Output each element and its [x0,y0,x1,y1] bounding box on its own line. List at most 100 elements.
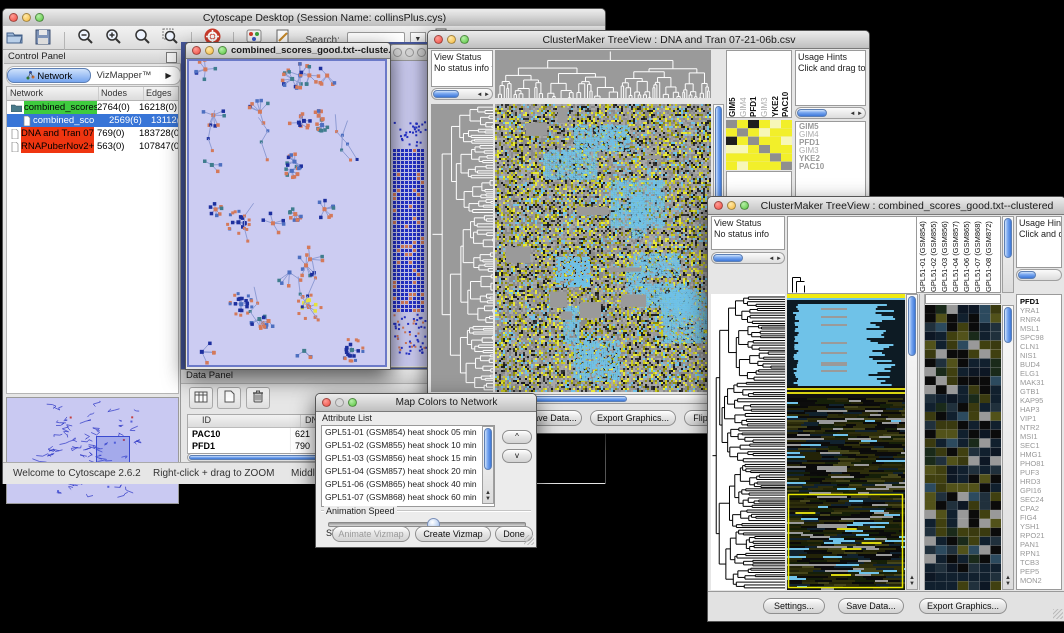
col-edges[interactable]: Edges [144,87,178,100]
network-view-window: combined_scores_good.txt--cluste... [185,42,391,370]
attribute-list-item[interactable]: GPL51-06 (GSM865) heat shock 40 min [325,478,494,491]
attribute-list-item[interactable]: GPL51-07 (GSM868) heat shock 60 min [325,491,494,504]
inactive-network-window[interactable] [389,44,431,368]
dialog-title: Map Colors to Network [357,397,536,408]
tv1-column-dendrogram[interactable] [495,50,711,98]
minimize-button[interactable] [405,48,414,57]
zoom-button[interactable] [218,46,227,55]
attribute-list-vscrollbar[interactable]: ▲▼ [482,426,494,504]
network-table-row[interactable]: DNA and Tran 07769(0)183728(0) [7,127,178,140]
network-overview-panel[interactable] [6,397,179,504]
zoom-button[interactable] [740,201,749,210]
zoom-button[interactable] [460,35,469,44]
attribute-list-item[interactable]: GPL51-02 (GSM855) heat shock 10 min [325,439,494,452]
inactive-titlebar[interactable] [390,45,430,61]
tv2-global-vscrollbar[interactable]: ▲▼ [906,294,918,590]
open-file-icon[interactable] [3,29,27,49]
network-row-container: combined_scores2764(0)16218(0)combined_s… [7,101,178,153]
network-graph-canvas[interactable] [189,61,385,365]
close-button[interactable] [714,201,723,210]
gene-label: VIP1 [1020,414,1061,423]
tv2-collabel-vscrollbar[interactable] [1002,216,1014,293]
resize-grip[interactable] [524,535,534,545]
save-icon[interactable] [31,29,55,49]
col-nodes[interactable]: Nodes [99,87,144,100]
tv2-zoom-vscrollbar[interactable]: ▲▼ [1002,305,1014,590]
column-label: GPL51-01 (GSM854) [917,217,928,292]
tv2-save-data-button[interactable]: Save Data... [838,598,904,614]
tv2-settings-button[interactable]: Settings... [763,598,825,614]
main-titlebar[interactable]: Cytoscape Desktop (Session Name: collins… [3,9,605,27]
tv2-zoom-heatmap[interactable] [925,305,1001,590]
tab-network-label: Network [37,71,72,82]
new-attribute-icon[interactable] [217,387,241,409]
dialog-titlebar[interactable]: Map Colors to Network [316,394,536,412]
close-button[interactable] [322,398,331,407]
attribute-list-item[interactable]: GPL51-03 (GSM856) heat shock 15 min [325,452,494,465]
tv2-row-dendrogram[interactable] [711,294,785,590]
zoom-button[interactable] [348,398,357,407]
tv1-row-dendrogram[interactable] [431,104,493,392]
tv2-usage-hscrollbar[interactable] [1016,269,1062,281]
network-edges: 16218(0) [139,101,178,114]
move-up-button[interactable]: ^ [502,430,532,444]
gene-label: CPA2 [1020,504,1061,513]
network-table-row[interactable]: combined_sco2569(6)13112(15) [7,114,178,127]
gene-label: BUD4 [1020,360,1061,369]
network-table-row[interactable]: combined_scores2764(0)16218(0) [7,101,178,114]
minimize-button[interactable] [205,46,214,55]
close-button[interactable] [9,13,18,22]
zoom-button[interactable] [35,13,44,22]
minimize-button[interactable] [22,13,31,22]
network-table-row[interactable]: RNAPuberNov2+563(0)107847(0) [7,140,178,153]
tab-network[interactable]: Network [7,68,91,83]
tv2-status-hscrollbar[interactable]: ◄ ► [711,252,785,264]
col-network[interactable]: Network [7,87,99,100]
zoom-button[interactable] [417,48,426,57]
attribute-list-item[interactable]: GPL51-04 (GSM857) heat shock 20 min [325,465,494,478]
main-window-title: Cytoscape Desktop (Session Name: collins… [44,12,605,24]
move-down-button[interactable]: v [502,449,532,463]
tv1-summary-heatmap[interactable] [726,120,792,170]
minimize-button[interactable] [727,201,736,210]
tv1-global-heatmap[interactable] [495,104,711,392]
tv1-status-hscrollbar[interactable]: ◄ ► [431,88,493,100]
float-panel-icon[interactable] [166,52,177,63]
select-attributes-icon[interactable] [189,387,213,409]
treeview1-title: ClusterMaker TreeView : DNA and Tran 07-… [469,34,869,46]
zoom-out-icon[interactable] [73,28,97,48]
id-column-header[interactable]: ID [188,415,301,427]
column-label: YKE2 [770,51,781,117]
zoom-in-icon[interactable] [102,28,126,48]
column-label: GPL51-02 (GSM855) [928,217,939,292]
create-vizmap-button[interactable]: Create Vizmap [415,526,491,542]
zoom-selected-icon[interactable] [159,28,183,48]
minimize-button[interactable] [335,398,344,407]
resize-grip[interactable] [1053,609,1063,619]
attribute-list-item[interactable]: GPL51-01 (GSM854) heat shock 05 min [325,426,494,439]
tv1-usage-hscrollbar[interactable]: ◄ ► [795,107,866,119]
tv2-global-heatmap[interactable] [787,294,905,590]
close-button[interactable] [192,46,201,55]
tv2-column-dendrogram[interactable] [787,216,917,294]
column-label: GIM4 [738,51,749,117]
network-edges: 107847(0) [139,140,178,153]
gene-label: PFD1 [1020,297,1061,306]
delete-attribute-trash-icon[interactable] [246,387,270,409]
minimize-button[interactable] [447,35,456,44]
close-button[interactable] [393,48,402,57]
tab-vizmapper[interactable]: VizMapper™ [91,70,157,81]
gene-label: FIG4 [1020,513,1061,522]
tv2-export-graphics-button[interactable]: Export Graphics... [919,598,1007,614]
animate-vizmap-button[interactable]: Animate Vizmap [332,526,410,542]
treeview1-titlebar[interactable]: ClusterMaker TreeView : DNA and Tran 07-… [428,31,869,49]
status-zoom-hint: Right-click + drag to ZOOM [153,468,274,479]
network-view-titlebar[interactable]: combined_scores_good.txt--cluste... [186,43,390,59]
zoom-fit-icon[interactable] [130,28,154,48]
close-button[interactable] [434,35,443,44]
tv2-usage-hints: Usage Hints Click and drag to [1016,216,1062,268]
tab-overflow-arrow[interactable]: ▶ [157,71,180,80]
treeview2-titlebar[interactable]: ClusterMaker TreeView : combined_scores_… [708,197,1064,215]
tv1-export-graphics-button[interactable]: Export Graphics... [590,410,676,426]
gene-label: YSH1 [1020,522,1061,531]
